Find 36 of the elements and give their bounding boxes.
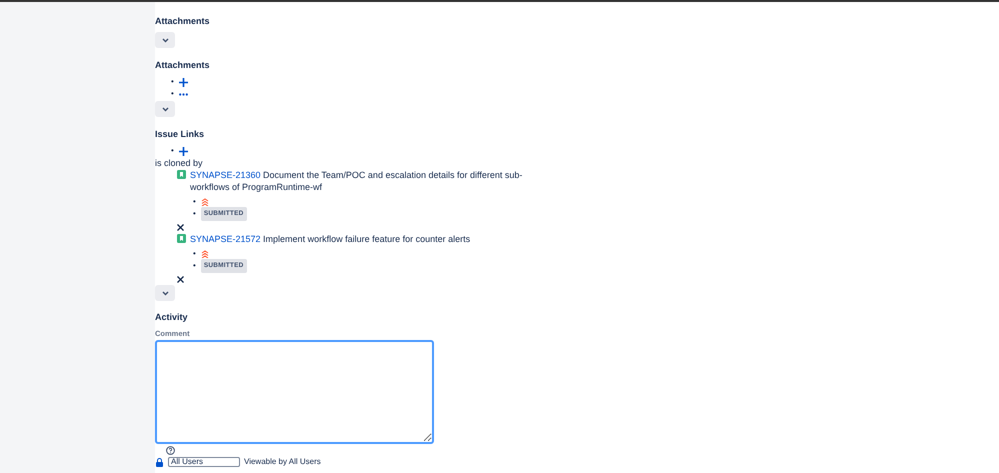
more-icon[interactable] [178, 92, 188, 96]
comment-field[interactable] [155, 340, 434, 444]
issue-link[interactable]: SYNAPSE-21572 [190, 234, 261, 244]
visibility-note: Viewable by All Users [244, 456, 321, 468]
priority-icon [200, 250, 209, 258]
section-heading: Activity [155, 311, 189, 323]
bullet-marker: • [171, 76, 174, 88]
close-icon[interactable] [177, 276, 184, 284]
issue-title: SYNAPSE-21360 Document the Team/POC and escalation details for different sub-workflows of ProgramRuntime-wf [190, 169, 524, 193]
section-heading: Attachments [155, 15, 211, 27]
bullet-marker: • [193, 260, 196, 272]
issue-title: SYNAPSE-21572 Implement workflow failure feature for counter alerts [190, 233, 470, 245]
relation-label: is cloned by [155, 157, 204, 169]
close-icon[interactable] [177, 224, 184, 232]
lock-icon[interactable] [155, 458, 164, 466]
story-icon [177, 234, 186, 243]
chevron-down-icon [162, 106, 168, 112]
add-icon[interactable] [178, 146, 188, 156]
bullet-marker: • [193, 196, 196, 208]
add-icon[interactable] [178, 78, 188, 86]
bullet-marker: • [171, 145, 174, 157]
bullet-marker: • [193, 208, 196, 220]
chevron-down-icon [162, 38, 168, 42]
bullet-marker: • [193, 248, 196, 260]
priority-icon [200, 198, 209, 206]
section-heading: Attachments [155, 59, 211, 71]
story-icon [177, 170, 186, 179]
expand-button[interactable] [155, 101, 175, 117]
visibility-select[interactable]: All Users [168, 457, 240, 467]
bullet-marker: • [171, 88, 174, 100]
help-icon[interactable] [166, 446, 175, 456]
expand-button[interactable] [155, 285, 175, 301]
issue-link[interactable]: SYNAPSE-21360 [190, 170, 261, 180]
section-heading: Issue Links [155, 128, 206, 140]
chevron-down-icon [162, 290, 168, 296]
expand-button[interactable] [155, 32, 175, 48]
